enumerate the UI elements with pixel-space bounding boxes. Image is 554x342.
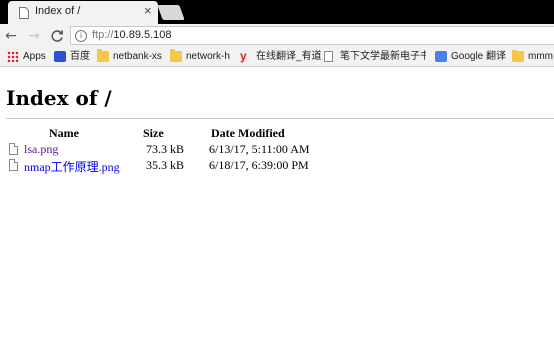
page-icon [324, 51, 333, 62]
tab-title: Index of / [35, 5, 81, 17]
bookmark-netbank-xs[interactable]: netbank-xs [97, 49, 165, 64]
page-content: Index of / Name Size Date Modified lsa.p… [0, 68, 554, 342]
reload-icon[interactable] [49, 28, 65, 44]
url-host: 10.89.5.108 [113, 29, 172, 41]
tab-index[interactable]: Index of / × [8, 1, 158, 24]
url-scheme: ftp:// [92, 29, 114, 41]
page-title: Index of / [6, 86, 112, 110]
bookmark-baidu[interactable]: 百度 [54, 50, 94, 64]
bookmark-google-translate[interactable]: Google 翻译 [435, 50, 507, 64]
forward-arrow-icon[interactable]: → [26, 28, 42, 44]
file-size: 35.3 kB [146, 158, 185, 172]
folder-icon [512, 50, 524, 62]
bookmark-label: network-h [186, 51, 230, 62]
file-link[interactable]: nmap工作原理.png [24, 158, 120, 175]
close-icon[interactable]: × [144, 4, 152, 18]
column-header-date[interactable]: Date Modified [211, 126, 285, 141]
bookmark-label: Google 翻译 [451, 51, 507, 62]
tab-strip: Index of / × [0, 0, 554, 24]
bookmark-youdao[interactable]: y 在线翻译_有道 [240, 49, 322, 64]
column-header-name[interactable]: Name [49, 126, 79, 141]
new-tab-button[interactable] [157, 5, 185, 20]
file-date: 6/18/17, 6:39:00 PM [209, 158, 309, 172]
table-row: nmap工作原理.png 35.3 kB 6/18/17, 6:39:00 PM [0, 158, 554, 175]
bookmark-label: netbank-xs [113, 51, 162, 62]
google-translate-icon [435, 51, 447, 62]
folder-icon [170, 49, 182, 62]
toolbar: ← → i ftp://10.89.5.108 [0, 24, 554, 47]
bookmark-label: 在线翻译_有道 [256, 51, 322, 62]
baidu-icon [54, 51, 66, 62]
file-icon [9, 159, 18, 171]
bookmark-bixia[interactable]: 笔下文学最新电子书 [324, 50, 426, 64]
bookmark-mmm[interactable]: mmm [512, 50, 554, 64]
bookmark-label: 笔下文学最新电子书 [340, 51, 426, 62]
bookmarks-bar: Apps 百度 netbank-xs network-h y 在线翻译_有道 笔… [0, 47, 554, 67]
file-size: 73.3 kB [146, 142, 185, 156]
bookmark-label: 百度 [70, 51, 90, 62]
bookmark-label: mmm [528, 51, 553, 62]
back-arrow-icon[interactable]: ← [3, 28, 19, 44]
file-icon [9, 143, 18, 155]
divider [6, 118, 554, 119]
address-bar[interactable]: i ftp://10.89.5.108 [70, 26, 554, 45]
youdao-icon: y [240, 49, 247, 63]
table-row: lsa.png 73.3 kB 6/13/17, 5:11:00 AM [0, 142, 554, 157]
document-icon [19, 7, 29, 19]
info-icon[interactable]: i [75, 30, 87, 42]
apps-icon [7, 51, 19, 62]
bookmark-apps[interactable]: Apps [7, 50, 47, 64]
file-link[interactable]: lsa.png [24, 142, 58, 157]
column-header-size[interactable]: Size [143, 126, 164, 141]
bookmark-label: Apps [23, 51, 46, 62]
bookmark-network-h[interactable]: network-h [170, 49, 238, 64]
file-date: 6/13/17, 5:11:00 AM [209, 142, 310, 156]
url-text: ftp://10.89.5.108 [92, 29, 172, 41]
folder-icon [97, 49, 109, 62]
